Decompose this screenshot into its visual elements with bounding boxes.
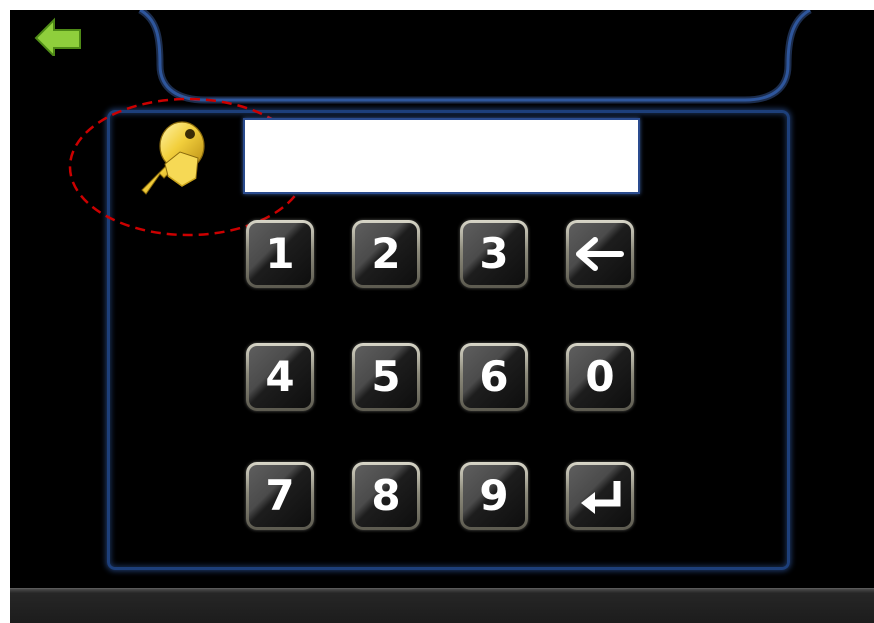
key-label: 4 <box>265 352 295 401</box>
key-face <box>569 465 631 527</box>
keypad-key-9[interactable]: 9 <box>460 462 528 530</box>
key-face: 0 <box>569 346 631 408</box>
keypad-key-8[interactable]: 8 <box>352 462 420 530</box>
key-label: 9 <box>479 471 509 520</box>
key-face: 6 <box>463 346 525 408</box>
keypad-key-backspace[interactable] <box>566 220 634 288</box>
keypad-key-2[interactable]: 2 <box>352 220 420 288</box>
keypad-key-7[interactable]: 7 <box>246 462 314 530</box>
keypad-key-1[interactable]: 1 <box>246 220 314 288</box>
key-face: 5 <box>355 346 417 408</box>
key-face: 2 <box>355 223 417 285</box>
key-face: 1 <box>249 223 311 285</box>
key-label: 8 <box>371 471 401 520</box>
key-label: 5 <box>371 352 401 401</box>
key-label: 0 <box>585 352 615 401</box>
keypad-key-4[interactable]: 4 <box>246 343 314 411</box>
key-face: 4 <box>249 346 311 408</box>
key-label: 2 <box>371 229 401 278</box>
key-label: 6 <box>479 352 509 401</box>
keypad-key-3[interactable]: 3 <box>460 220 528 288</box>
bottom-bar <box>10 588 874 623</box>
key-face <box>569 223 631 285</box>
keypad-key-6[interactable]: 6 <box>460 343 528 411</box>
key-face: 3 <box>463 223 525 285</box>
key-face: 8 <box>355 465 417 527</box>
key-label: 3 <box>479 229 509 278</box>
key-label: 7 <box>265 471 295 520</box>
key-label: 1 <box>265 229 295 278</box>
back-arrow-icon[interactable] <box>34 16 84 56</box>
keypad-key-5[interactable]: 5 <box>352 343 420 411</box>
key-face: 9 <box>463 465 525 527</box>
keypad-key-enter[interactable] <box>566 462 634 530</box>
keypad-key-0[interactable]: 0 <box>566 343 634 411</box>
key-face: 7 <box>249 465 311 527</box>
pin-entry-field[interactable] <box>243 118 640 194</box>
